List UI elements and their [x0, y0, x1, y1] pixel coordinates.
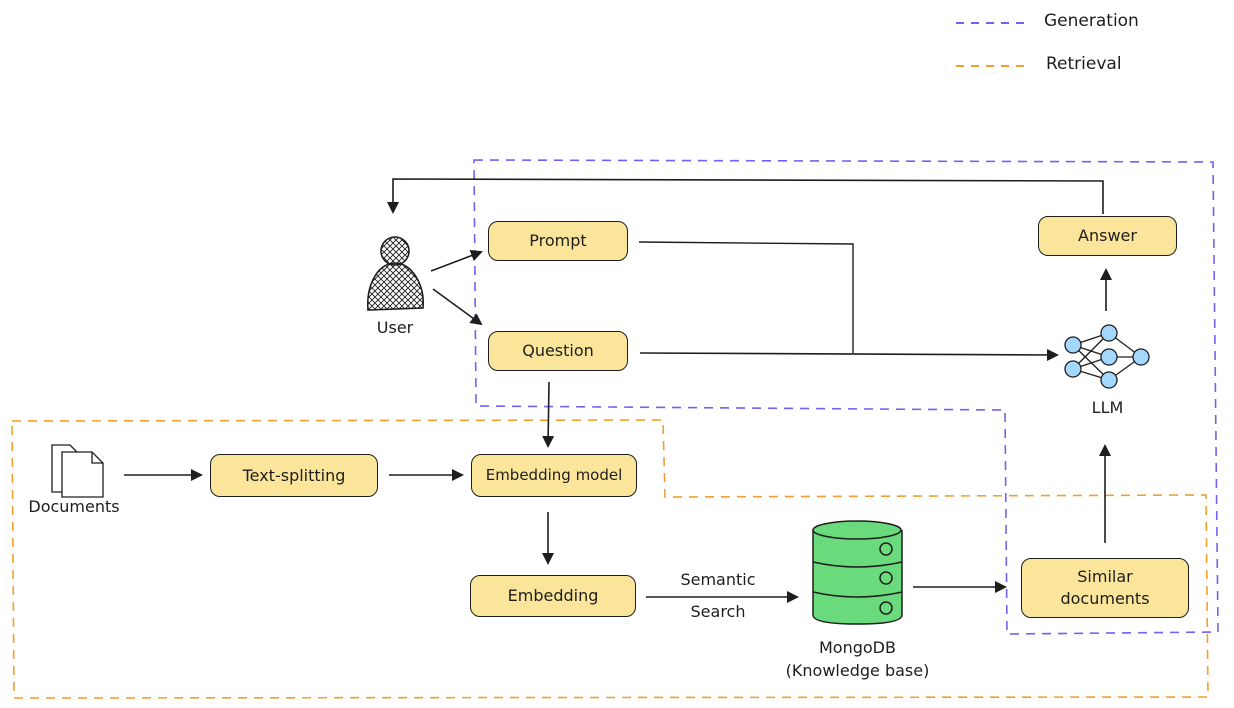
node-similar-documents[interactable]: Similar documents	[1021, 558, 1189, 618]
node-prompt[interactable]: Prompt	[488, 221, 628, 261]
database-icon	[812, 520, 903, 625]
node-question[interactable]: Question	[488, 331, 628, 371]
legend-generation-label: Generation	[1044, 11, 1139, 31]
user-icon	[367, 236, 424, 311]
user-label: User	[376, 318, 414, 337]
edge-prompt-to-junction	[638, 241, 854, 353]
node-embedding-model[interactable]: Embedding model	[471, 454, 637, 497]
edge-user-to-prompt	[430, 249, 483, 272]
llm-label: LLM	[1091, 398, 1124, 417]
mongodb-sublabel: (Knowledge base)	[785, 661, 930, 680]
documents-label: Documents	[28, 497, 120, 516]
edge-label-semantic: Semantic	[680, 570, 756, 589]
node-answer[interactable]: Answer	[1038, 216, 1177, 256]
edge-question-to-embedding-model	[542, 381, 555, 448]
llm-neural-network-icon	[1064, 324, 1150, 389]
edge-question-to-llm	[639, 348, 1059, 361]
mongodb-label: MongoDB	[819, 638, 896, 657]
documents-icon	[51, 444, 104, 498]
legend-retrieval-label: Retrieval	[1046, 54, 1122, 74]
node-text-splitting[interactable]: Text-splitting	[210, 454, 378, 497]
node-embedding[interactable]: Embedding	[470, 575, 636, 617]
edge-label-search: Search	[690, 602, 746, 621]
edge-answer-to-user	[387, 178, 1104, 214]
edge-user-to-question	[432, 288, 483, 326]
